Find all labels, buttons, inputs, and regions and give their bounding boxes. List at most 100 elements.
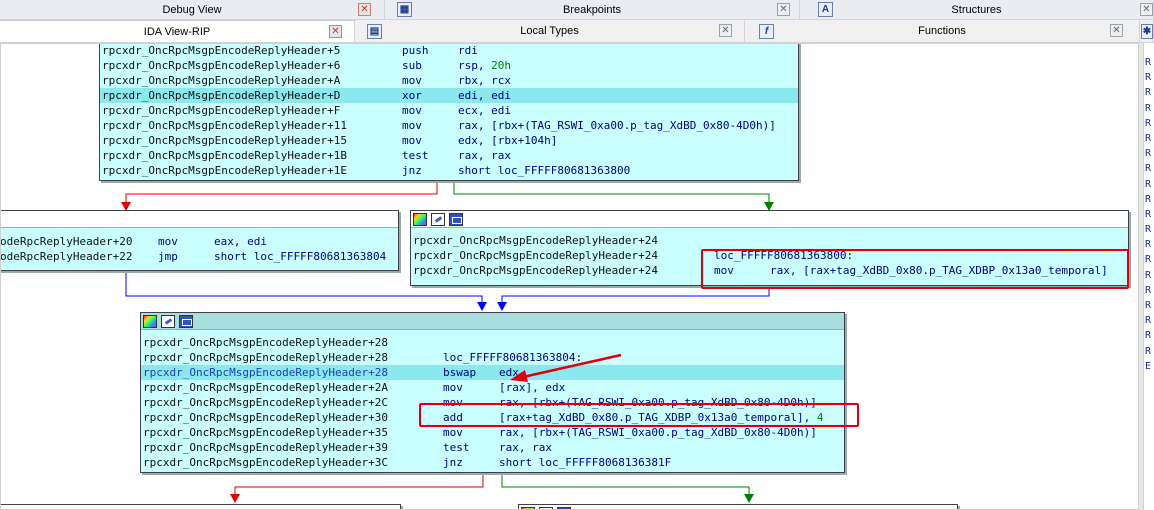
mnemonic: test (402, 149, 429, 162)
arrowhead-red-2 (230, 494, 240, 503)
close-icon[interactable]: ✕ (777, 3, 790, 16)
code-line[interactable]: odeRpcReplyHeader+20 mov eax, edi (1, 234, 398, 249)
function-list-item[interactable]: R (1144, 315, 1154, 330)
arrowhead-green-2 (744, 494, 754, 503)
code-line[interactable]: rpcxdr_OncRpcMsgpEncodeReplyHeader+15 mov… (100, 133, 798, 148)
node-header (1, 211, 398, 228)
group-nodes-icon[interactable] (449, 213, 463, 226)
edge-true-top (453, 181, 770, 204)
color-icon[interactable] (413, 213, 427, 226)
function-list-item[interactable]: R (1144, 239, 1154, 254)
tab-local-types[interactable]: ▤ Local Types ✕ (355, 20, 745, 42)
close-icon[interactable]: ✕ (358, 3, 371, 16)
code-block-node-left[interactable]: odeRpcReplyHeader+20 mov eax, edi odeRpcRep… (1, 210, 399, 271)
function-list-item[interactable]: R (1144, 87, 1154, 102)
immediate-value: 20h (491, 59, 511, 72)
address-label: rpcxdr_OncRpcMsgpEncodeReplyHeader+A (102, 74, 341, 87)
tab-structures[interactable]: A Structures ✕ (800, 0, 1154, 19)
operands: rax, [rbx+(TAG_RSWI_0xa00.p_tag_XdBD_0x8… (499, 426, 817, 439)
code-line[interactable]: rpcxdr_OncRpcMsgpEncodeReplyHeader+28 loc… (141, 350, 844, 365)
mnemonic: mov (443, 426, 463, 439)
code-line[interactable]: rpcxdr_OncRpcMsgpEncodeReplyHeader+6 sub r… (100, 58, 798, 73)
code-block-node-main[interactable]: rpcxdr_OncRpcMsgpEncodeReplyHeader+28 rpc… (140, 312, 845, 473)
functions-pane-clipped: RRRRRRRRRRRRRRRRRRRRE (1143, 43, 1154, 510)
mnemonic: jmp (158, 250, 178, 263)
color-icon[interactable] (143, 315, 157, 328)
code-line[interactable]: rpcxdr_OncRpcMsgpEncodeReplyHeader+F mov e… (100, 103, 798, 118)
code-line[interactable]: rpcxdr_OncRpcMsgpEncodeReplyHeader+28 (141, 335, 844, 350)
address-label: rpcxdr_OncRpcMsgpEncodeReplyHeader+1B (102, 149, 348, 162)
address-label: rpcxdr_OncRpcMsgpEncodeReplyHeader+28 (143, 351, 389, 364)
tab-breakpoints[interactable]: ▦ Breakpoints ✕ (385, 0, 800, 19)
code-block-node-top[interactable]: rpcxdr_OncRpcMsgpEncodeReplyHeader+5 push… (99, 44, 799, 181)
code-line[interactable]: rpcxdr_OncRpcMsgpEncodeReplyHeader+11 mov… (100, 118, 798, 133)
tab-ida-view-rip[interactable]: IDA View-RIP ✕ (0, 20, 355, 42)
function-list-item[interactable]: R (1144, 179, 1154, 194)
tab-functions[interactable]: f Functions ✕ (745, 20, 1140, 42)
tab-overflow[interactable]: ✱ (1140, 20, 1154, 42)
function-list-item[interactable]: E (1144, 361, 1154, 376)
mnemonic: sub (402, 59, 422, 72)
rename-icon[interactable] (161, 315, 175, 328)
code-line[interactable]: rpcxdr_OncRpcMsgpEncodeReplyHeader+A mov r… (100, 73, 798, 88)
close-icon[interactable]: ✕ (1110, 24, 1123, 37)
function-list-item[interactable]: R (1144, 330, 1154, 345)
code-line[interactable]: rpcxdr_OncRpcMsgpEncodeReplyHeader+2A mov… (141, 380, 844, 395)
address-label: rpcxdr_OncRpcMsgpEncodeReplyHeader+24 (413, 234, 659, 247)
edge-false-top (125, 181, 438, 204)
code-line[interactable]: odeRpcReplyHeader+22 jmp short loc_FFFFF80… (1, 249, 398, 264)
function-list-item[interactable]: R (1144, 163, 1154, 178)
close-icon[interactable]: ✕ (329, 25, 342, 38)
operands: edx, [rbx+104h] (458, 134, 558, 147)
node-header (1, 505, 400, 509)
function-list-item[interactable]: R (1144, 103, 1154, 118)
code-line[interactable]: rpcxdr_OncRpcMsgpEncodeReplyHeader+3C jnz… (141, 455, 844, 470)
mnemonic: mov (402, 104, 422, 117)
operands: rsp, 20h (458, 59, 511, 72)
operands: rax, [rbx+(TAG_RSWI_0xa00.p_tag_XdBD_0x8… (458, 119, 776, 132)
function-list-item[interactable]: R (1144, 118, 1154, 133)
function-list-item[interactable]: R (1144, 224, 1154, 239)
function-list-item[interactable]: R (1144, 346, 1154, 361)
tab-label: Local Types (520, 25, 579, 37)
function-list-item[interactable]: R (1144, 209, 1154, 224)
location-label: loc_FFFFF80681363804: (443, 351, 583, 364)
code-block-node-bottom-left[interactable] (1, 504, 401, 509)
function-list-item[interactable]: R (1144, 270, 1154, 285)
address-label: rpcxdr_OncRpcMsgpEncodeReplyHeader+15 (102, 134, 348, 147)
code-line[interactable]: rpcxdr_OncRpcMsgpEncodeReplyHeader+28 bsw… (141, 365, 844, 380)
code-line[interactable]: rpcxdr_OncRpcMsgpEncodeReplyHeader+39 tes… (141, 440, 844, 455)
function-list-item[interactable]: R (1144, 72, 1154, 87)
close-icon[interactable]: ✕ (719, 24, 732, 37)
address-label: rpcxdr_OncRpcMsgpEncodeReplyHeader+39 (143, 441, 389, 454)
operands: short loc_FFFFF8068136381F (499, 456, 672, 469)
code-line[interactable]: rpcxdr_OncRpcMsgpEncodeReplyHeader+1B tes… (100, 148, 798, 163)
graph-view-canvas[interactable]: rpcxdr_OncRpcMsgpEncodeReplyHeader+5 push… (0, 43, 1139, 510)
mnemonic: mov (402, 134, 422, 147)
operands: rdi (458, 44, 478, 57)
function-list-item[interactable]: R (1144, 57, 1154, 72)
function-list-item[interactable]: R (1144, 285, 1154, 300)
function-list-item[interactable]: R (1144, 300, 1154, 315)
tab-debug-view[interactable]: Debug View ✕ (0, 0, 385, 19)
group-nodes-icon[interactable] (179, 315, 193, 328)
mnemonic: xor (402, 89, 422, 102)
code-line[interactable]: rpcxdr_OncRpcMsgpEncodeReplyHeader+24 (411, 233, 1128, 248)
function-list-item[interactable]: R (1144, 254, 1154, 269)
breakpoints-icon: ▦ (397, 2, 412, 17)
close-icon[interactable]: ✕ (1140, 3, 1153, 16)
operands: edx (499, 366, 519, 379)
code-line[interactable]: rpcxdr_OncRpcMsgpEncodeReplyHeader+5 push… (100, 44, 798, 58)
address-label: rpcxdr_OncRpcMsgpEncodeReplyHeader+24 (413, 249, 659, 262)
function-list-item[interactable]: R (1144, 194, 1154, 209)
code-line[interactable]: rpcxdr_OncRpcMsgpEncodeReplyHeader+1E jnz… (100, 163, 798, 178)
function-list-item[interactable]: R (1144, 133, 1154, 148)
code-block-node-bottom-right[interactable] (518, 504, 958, 509)
code-line[interactable]: rpcxdr_OncRpcMsgpEncodeReplyHeader+35 mov… (141, 425, 844, 440)
mnemonic: mov (402, 74, 422, 87)
function-list-item[interactable]: R (1144, 148, 1154, 163)
operands: edi, edi (458, 89, 511, 102)
address-label: rpcxdr_OncRpcMsgpEncodeReplyHeader+35 (143, 426, 389, 439)
code-line[interactable]: rpcxdr_OncRpcMsgpEncodeReplyHeader+D xor e… (100, 88, 798, 103)
rename-icon[interactable] (431, 213, 445, 226)
